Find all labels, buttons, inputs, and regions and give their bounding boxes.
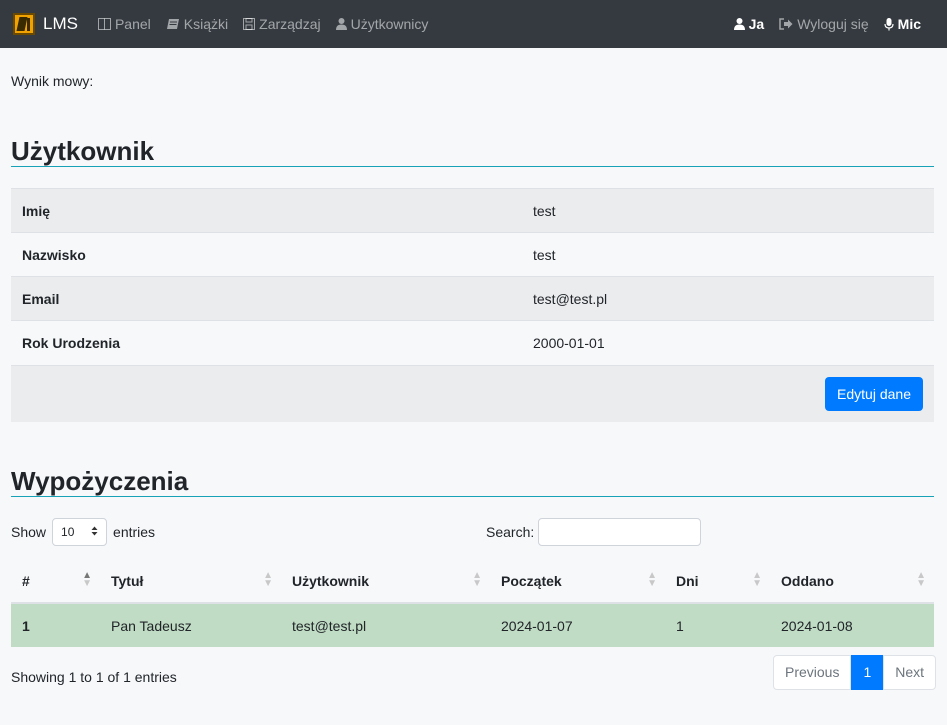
save-icon xyxy=(243,18,256,30)
edit-data-button[interactable]: Edytuj dane xyxy=(825,377,923,411)
nav-item-label: Ja xyxy=(748,16,765,32)
edit-row: Edytuj dane xyxy=(11,365,934,422)
field-label: Nazwisko xyxy=(11,232,522,277)
field-label: Email xyxy=(11,276,522,321)
column-header-label: Użytkownik xyxy=(292,572,370,589)
sort-icon: ▲ ▼ xyxy=(647,570,657,589)
navbar: LMS Panel Książki Zarządzaj Użytkownicy xyxy=(0,0,947,48)
cell-title: Pan Tadeusz xyxy=(100,602,281,647)
nav-right: Ja Wyloguj się Mic xyxy=(719,16,921,32)
table-row: Email test@test.pl xyxy=(11,276,934,321)
page-size-value: 10 xyxy=(61,525,75,539)
column-header-title[interactable]: Tytuł ▲ ▼ xyxy=(100,559,281,604)
field-value: test xyxy=(522,232,934,277)
table-row[interactable]: 1 Pan Tadeusz test@test.pl 2024-01-07 1 … xyxy=(11,602,934,647)
library-logo-icon xyxy=(13,13,35,35)
sort-icon: ▲ ▼ xyxy=(752,570,762,589)
table-row: Nazwisko test xyxy=(11,232,934,277)
cell-start: 2024-01-07 xyxy=(490,602,665,647)
microphone-icon xyxy=(884,17,894,31)
column-header-number[interactable]: # ▲ ▼ xyxy=(11,559,100,604)
field-value: 2000-01-01 xyxy=(522,320,934,365)
nav-item-mic[interactable]: Mic xyxy=(884,16,921,32)
column-header-returned[interactable]: Oddano ▲ ▼ xyxy=(770,559,934,604)
cell-number: 1 xyxy=(11,602,100,647)
column-header-user[interactable]: Użytkownik ▲ ▼ xyxy=(281,559,490,604)
user-icon xyxy=(335,18,347,30)
speech-result-label: Wynik mowy: xyxy=(11,73,94,89)
table-info: Showing 1 to 1 of 1 entries xyxy=(11,669,177,685)
nav-item-label: Mic xyxy=(897,16,921,32)
cell-returned: 2024-01-08 xyxy=(770,602,934,647)
field-value: test xyxy=(522,188,934,233)
entries-label: entries xyxy=(113,524,156,540)
previous-page-button[interactable]: Previous xyxy=(773,655,852,690)
nav-item-manage[interactable]: Zarządzaj xyxy=(243,16,321,32)
user-icon xyxy=(733,18,745,30)
columns-icon xyxy=(97,18,111,30)
sign-out-icon xyxy=(779,18,793,30)
nav-item-panel[interactable]: Panel xyxy=(97,16,151,32)
show-label: Show xyxy=(11,524,47,540)
field-label: Rok Urodzenia xyxy=(11,320,522,365)
select-updown-icon xyxy=(91,525,98,539)
nav-item-label: Książki xyxy=(183,16,229,32)
field-label: Imię xyxy=(11,188,522,233)
nav-item-users[interactable]: Użytkownicy xyxy=(335,16,429,32)
user-info-table: Imię test Nazwisko test Email test@test.… xyxy=(11,188,934,365)
sort-icon: ▲ ▼ xyxy=(472,570,482,589)
table-header-row: # ▲ ▼ Tytuł ▲ ▼ Użytkownik ▲ ▼ Początek ▲ ▼ … xyxy=(11,559,934,604)
nav-item-label: Wyloguj się xyxy=(797,16,869,32)
sort-icon: ▲ ▼ xyxy=(916,570,926,589)
nav-item-me[interactable]: Ja xyxy=(733,16,765,32)
nav-item-books[interactable]: Książki xyxy=(166,16,228,32)
pagination: Previous 1 Next xyxy=(773,655,937,690)
nav-item-label: Zarządzaj xyxy=(259,16,321,32)
nav-links: Panel Książki Zarządzaj Użytkownicy xyxy=(97,16,443,32)
field-value: test@test.pl xyxy=(522,276,934,321)
book-icon xyxy=(166,18,180,30)
column-header-label: Dni xyxy=(676,572,699,589)
brand-name: LMS xyxy=(43,14,78,33)
next-page-button[interactable]: Next xyxy=(883,655,937,690)
entries-length-control: Show 10 entries xyxy=(11,518,155,546)
column-header-label: # xyxy=(22,572,30,589)
column-header-start[interactable]: Początek ▲ ▼ xyxy=(490,559,665,604)
sort-icon: ▲ ▼ xyxy=(263,570,273,589)
column-header-days[interactable]: Dni ▲ ▼ xyxy=(665,559,770,604)
cell-days: 1 xyxy=(665,602,770,647)
column-header-label: Tytuł xyxy=(111,572,144,589)
brand[interactable]: LMS xyxy=(13,13,78,35)
column-header-label: Początek xyxy=(501,572,562,589)
nav-item-logout[interactable]: Wyloguj się xyxy=(779,16,869,32)
table-row: Imię test xyxy=(11,188,934,233)
sort-asc-icon: ▲ ▼ xyxy=(82,570,92,589)
search-label: Search: xyxy=(486,524,535,540)
table-search: Search: xyxy=(486,518,702,546)
page-button-current[interactable]: 1 xyxy=(851,655,884,690)
nav-item-label: Panel xyxy=(114,16,151,32)
user-section-title: Użytkownik xyxy=(11,136,934,167)
nav-item-label: Użytkownicy xyxy=(350,16,429,32)
loans-table: # ▲ ▼ Tytuł ▲ ▼ Użytkownik ▲ ▼ Początek ▲ ▼ … xyxy=(11,559,934,647)
page-size-select[interactable]: 10 xyxy=(52,518,108,546)
search-input[interactable] xyxy=(538,518,702,546)
cell-user: test@test.pl xyxy=(281,602,490,647)
column-header-label: Oddano xyxy=(781,572,834,589)
table-row: Rok Urodzenia 2000-01-01 xyxy=(11,320,934,365)
loans-section-title: Wypożyczenia xyxy=(11,466,934,497)
